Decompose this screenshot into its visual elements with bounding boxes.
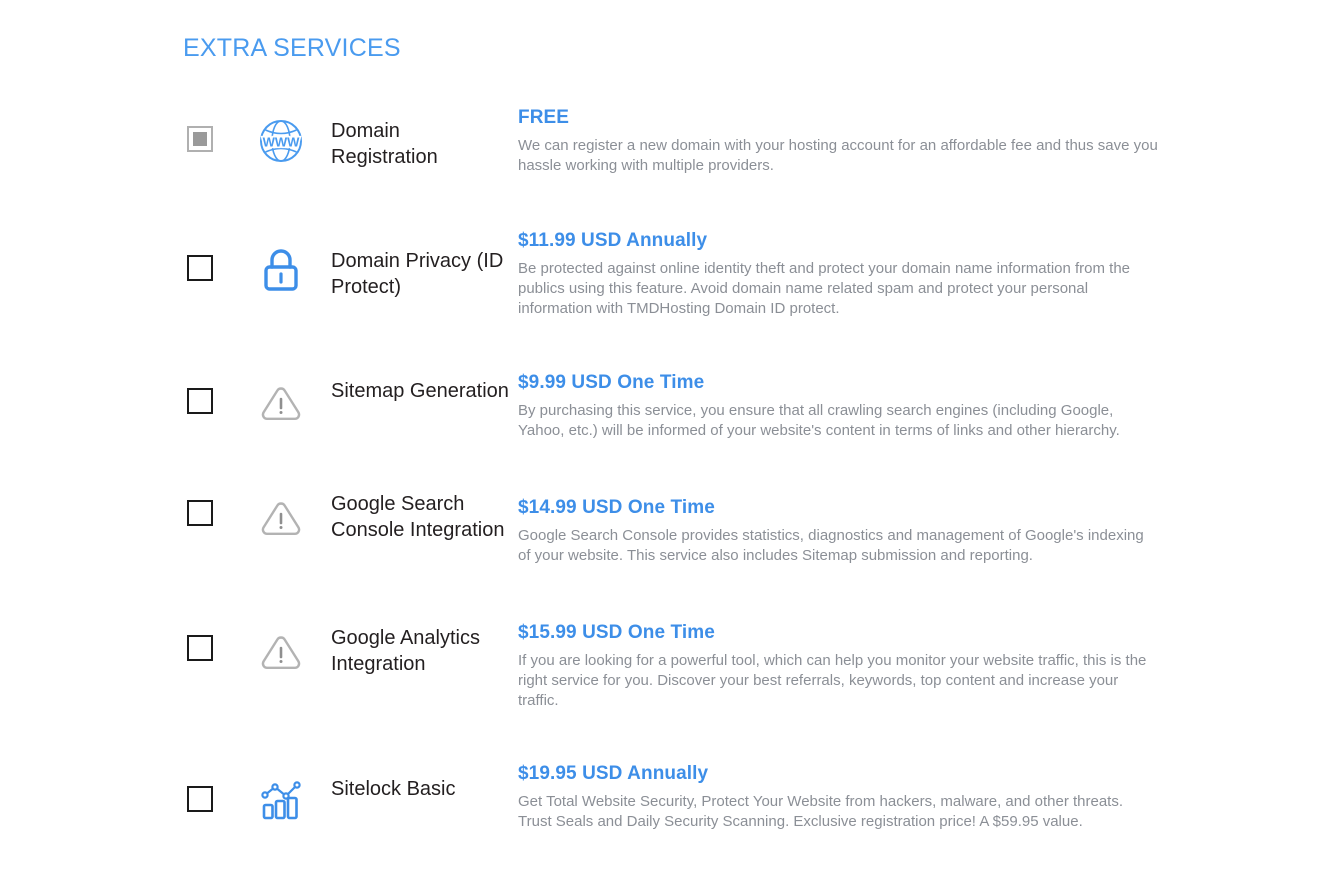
- service-checkbox-google-search-console[interactable]: [187, 500, 213, 526]
- warning-triangle-icon: [256, 378, 306, 428]
- service-price: $11.99 USD Annually: [518, 230, 708, 251]
- service-price: $19.95 USD Annually: [518, 763, 709, 784]
- globe-www-icon: WWW: [256, 116, 306, 166]
- service-checkbox-sitemap-generation[interactable]: [187, 388, 213, 414]
- checkbox-unchecked[interactable]: [187, 786, 213, 812]
- service-price: $15.99 USD One Time: [518, 622, 715, 643]
- service-detail: $9.99 USD One Time By purchasing this se…: [518, 371, 1158, 441]
- service-checkbox-google-analytics[interactable]: [187, 635, 213, 661]
- service-description: Get Total Website Security, Protect Your…: [518, 792, 1124, 830]
- service-title: Google Search Console Integration: [331, 493, 505, 541]
- service-detail: $14.99 USD One Time Google Search Consol…: [518, 496, 1158, 566]
- checkbox-unchecked[interactable]: [187, 255, 213, 281]
- lock-icon: [256, 245, 306, 295]
- service-price: $9.99 USD One Time: [518, 372, 705, 393]
- service-detail: $11.99 USD Annually Be protected against…: [518, 229, 1158, 319]
- service-title: Domain Privacy (ID Protect): [331, 250, 504, 298]
- checkbox-checked-locked[interactable]: [187, 126, 213, 152]
- service-checkbox-domain-privacy[interactable]: [187, 255, 213, 281]
- svg-text:WWW: WWW: [263, 135, 301, 150]
- checkbox-unchecked[interactable]: [187, 388, 213, 414]
- checkbox-unchecked[interactable]: [187, 500, 213, 526]
- service-detail: $19.95 USD Annually Get Total Website Se…: [518, 762, 1158, 832]
- checkbox-unchecked[interactable]: [187, 635, 213, 661]
- service-title: Sitelock Basic: [331, 778, 456, 800]
- service-description: Be protected against online identity the…: [518, 259, 1131, 317]
- service-description: By purchasing this service, you ensure t…: [518, 401, 1120, 439]
- service-checkbox-domain-registration[interactable]: [187, 126, 213, 152]
- bar-chart-line-icon: [256, 776, 306, 826]
- service-title: Sitemap Generation: [331, 380, 509, 402]
- service-price: $14.99 USD One Time: [518, 497, 715, 518]
- extra-services-page: EXTRA SERVICES WWW Domain Registration F…: [0, 0, 1344, 881]
- warning-triangle-icon: [256, 493, 306, 543]
- service-title: Google Analytics Integration: [331, 627, 480, 675]
- service-description: We can register a new domain with your h…: [518, 136, 1158, 174]
- warning-triangle-icon: [256, 627, 306, 677]
- service-description: Google Search Console provides statistic…: [518, 526, 1144, 564]
- service-detail: FREE We can register a new domain with y…: [518, 106, 1158, 176]
- service-description: If you are looking for a powerful tool, …: [518, 651, 1147, 709]
- service-price: FREE: [518, 107, 570, 128]
- service-detail: $15.99 USD One Time If you are looking f…: [518, 621, 1158, 711]
- page-title: EXTRA SERVICES: [183, 34, 401, 62]
- service-title: Domain Registration: [331, 120, 438, 168]
- service-checkbox-sitelock-basic[interactable]: [187, 786, 213, 812]
